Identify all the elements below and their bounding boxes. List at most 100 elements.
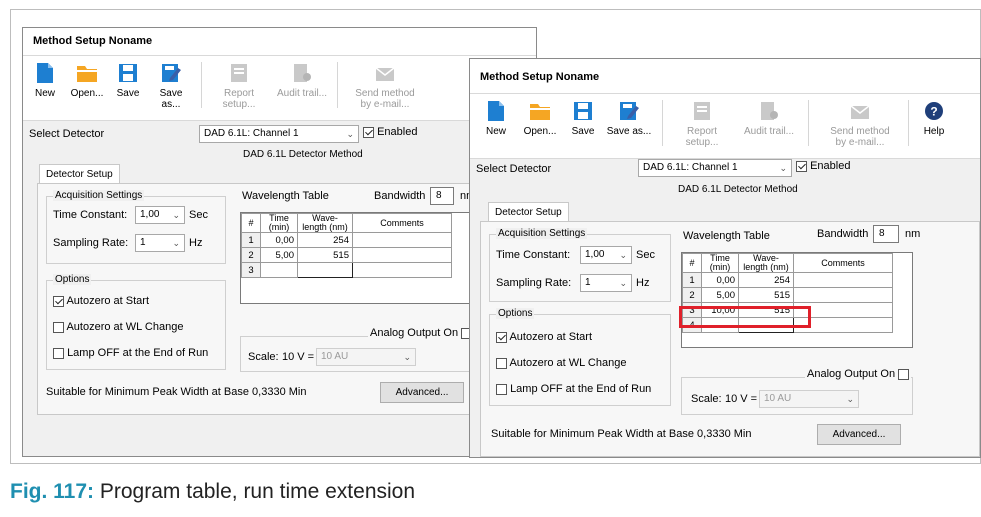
report-setup-button[interactable]: Report setup... [209, 56, 269, 116]
save-button[interactable]: Save [111, 56, 145, 116]
comment-cell[interactable] [793, 272, 893, 288]
tab-label: Detector Setup [495, 207, 562, 218]
advanced-button[interactable]: Advanced... [380, 382, 464, 403]
detector-select[interactable]: DAD 6.1L: Channel 1 ⌄ [199, 125, 359, 143]
advanced-label: Advanced... [395, 387, 449, 398]
open-button[interactable]: Open... [67, 56, 107, 116]
analog-output-checkbox[interactable]: Analog Output On [805, 368, 912, 380]
scale-value: 10 AU [764, 393, 792, 404]
audit-trail-button[interactable]: Audit trail... [740, 94, 798, 154]
scale-select[interactable]: 10 AU ⌄ [316, 348, 416, 366]
time-cell[interactable]: 0,00 [701, 272, 739, 288]
comment-cell[interactable] [352, 247, 452, 263]
autozero-wl-label: Autozero at WL Change [66, 321, 184, 333]
toolbar: New Open... Save Save as... Report setup… [470, 94, 980, 159]
autozero-wl-label: Autozero at WL Change [509, 357, 627, 369]
analog-output-checkbox[interactable]: Analog Output On [368, 327, 475, 339]
wavelength-table[interactable]: # Time (min) Wave-length (nm) Comments 1… [240, 212, 472, 304]
lamp-off-checkbox[interactable]: Lamp OFF at the End of Run [53, 347, 208, 359]
advanced-button[interactable]: Advanced... [817, 424, 901, 445]
autozero-start-checkbox[interactable]: Autozero at Start [53, 295, 149, 307]
bandwidth-input[interactable]: 8 [873, 225, 899, 243]
checkbox-icon [363, 126, 374, 138]
comment-cell[interactable] [352, 232, 452, 248]
new-button[interactable]: New [29, 56, 61, 116]
bandwidth-value: 8 [436, 190, 442, 201]
comment-cell[interactable] [793, 287, 893, 303]
wavelength-cell[interactable]: 515 [297, 247, 353, 263]
select-detector-label: Select Detector [29, 128, 105, 140]
sampling-rate-select[interactable]: 1 ⌄ [135, 234, 185, 252]
checkbox-icon [53, 347, 64, 359]
time-cell[interactable]: 5,00 [260, 247, 298, 263]
save-label: Save [571, 126, 595, 137]
audit-trail-button[interactable]: Audit trail... [275, 56, 329, 116]
table-row[interactable]: 3 [241, 262, 452, 278]
send-method-button[interactable]: Send method by e-mail... [345, 56, 425, 116]
autozero-wl-checkbox[interactable]: Autozero at WL Change [53, 321, 183, 333]
column-header: Time (min) [701, 253, 739, 273]
save-button[interactable]: Save [566, 94, 600, 154]
peak-width-unit: Min [733, 428, 752, 440]
wavelength-cell[interactable]: 254 [297, 232, 353, 248]
options-group: Options Autozero at Start Autozero at WL… [46, 274, 226, 370]
toolbar: New Open... Save Save as... Report setup… [23, 56, 536, 121]
method-setup-window-2: Method Setup Noname New Open... Save Sav… [469, 58, 981, 458]
wavelength-table-title: Wavelength Table [242, 190, 329, 202]
peak-width-value: 0,3330 [252, 386, 286, 398]
wavelength-cell[interactable]: 254 [738, 272, 794, 288]
folder-icon [77, 66, 97, 82]
time-unit: Sec [189, 209, 208, 221]
save-as-icon [162, 64, 181, 82]
time-constant-select[interactable]: 1,00 ⌄ [135, 206, 185, 224]
tab-detector-setup[interactable]: Detector Setup [39, 164, 120, 184]
enabled-checkbox[interactable]: Enabled [796, 160, 850, 172]
save-as-button[interactable]: Save as... [149, 56, 193, 116]
new-button[interactable]: New [480, 94, 512, 154]
wavelength-cell[interactable] [297, 262, 353, 278]
time-cell[interactable] [260, 262, 298, 278]
detector-setup-panel: Acquisition Settings Time Constant: 1,00… [37, 183, 536, 415]
time-constant-select[interactable]: 1,00 ⌄ [580, 246, 632, 264]
table-row[interactable]: 2 5,00 515 [682, 287, 893, 303]
save-as-label: Save as... [606, 126, 652, 137]
audit-trail-icon [761, 102, 778, 120]
bandwidth-input[interactable]: 8 [430, 187, 454, 205]
save-as-button[interactable]: Save as... [606, 94, 652, 154]
wavelength-cell[interactable]: 515 [738, 287, 794, 303]
scale-value: 10 AU [321, 351, 349, 362]
open-button[interactable]: Open... [520, 94, 560, 154]
svg-text:?: ? [930, 105, 937, 119]
sampling-rate-value: 1 [140, 237, 146, 248]
wavelength-table[interactable]: # Time (min) Wave-length (nm) Comments 1… [681, 252, 913, 348]
tab-detector-setup[interactable]: Detector Setup [488, 202, 569, 222]
toolbar-separator [337, 62, 338, 108]
table-row[interactable]: 2 5,00 515 [241, 247, 452, 263]
detector-select[interactable]: DAD 6.1L: Channel 1 ⌄ [638, 159, 792, 177]
time-cell[interactable]: 5,00 [701, 287, 739, 303]
bandwidth-label: Bandwidth [374, 190, 426, 202]
comment-cell[interactable] [352, 262, 452, 278]
scale-select[interactable]: 10 AU ⌄ [759, 390, 859, 408]
send-method-button[interactable]: Send method by e-mail... [818, 94, 902, 154]
toolbar-separator [808, 100, 809, 146]
autozero-start-label: Autozero at Start [509, 331, 592, 343]
lamp-off-checkbox[interactable]: Lamp OFF at the End of Run [496, 383, 651, 395]
autozero-start-checkbox[interactable]: Autozero at Start [496, 331, 592, 343]
time-cell[interactable]: 0,00 [260, 232, 298, 248]
options-group: Options Autozero at Start Autozero at WL… [489, 308, 671, 406]
table-header-row: # Time (min) Wave-length (nm) Comments [682, 253, 893, 273]
method-title: DAD 6.1L Detector Method [678, 184, 798, 195]
table-row[interactable]: 1 0,00 254 [682, 272, 893, 288]
sampling-rate-select[interactable]: 1 ⌄ [580, 274, 632, 292]
autozero-wl-checkbox[interactable]: Autozero at WL Change [496, 357, 626, 369]
detector-setup-panel: Acquisition Settings Time Constant: 1,00… [480, 221, 980, 457]
help-button[interactable]: ? Help [914, 94, 954, 154]
row-number: 1 [682, 272, 702, 288]
folder-icon [530, 104, 550, 120]
enabled-checkbox[interactable]: Enabled [363, 126, 417, 138]
table-row[interactable]: 1 0,00 254 [241, 232, 452, 248]
report-setup-button[interactable]: Report setup... [670, 94, 734, 154]
chevron-down-icon: ⌄ [172, 238, 180, 248]
save-as-label: Save as... [159, 88, 183, 110]
